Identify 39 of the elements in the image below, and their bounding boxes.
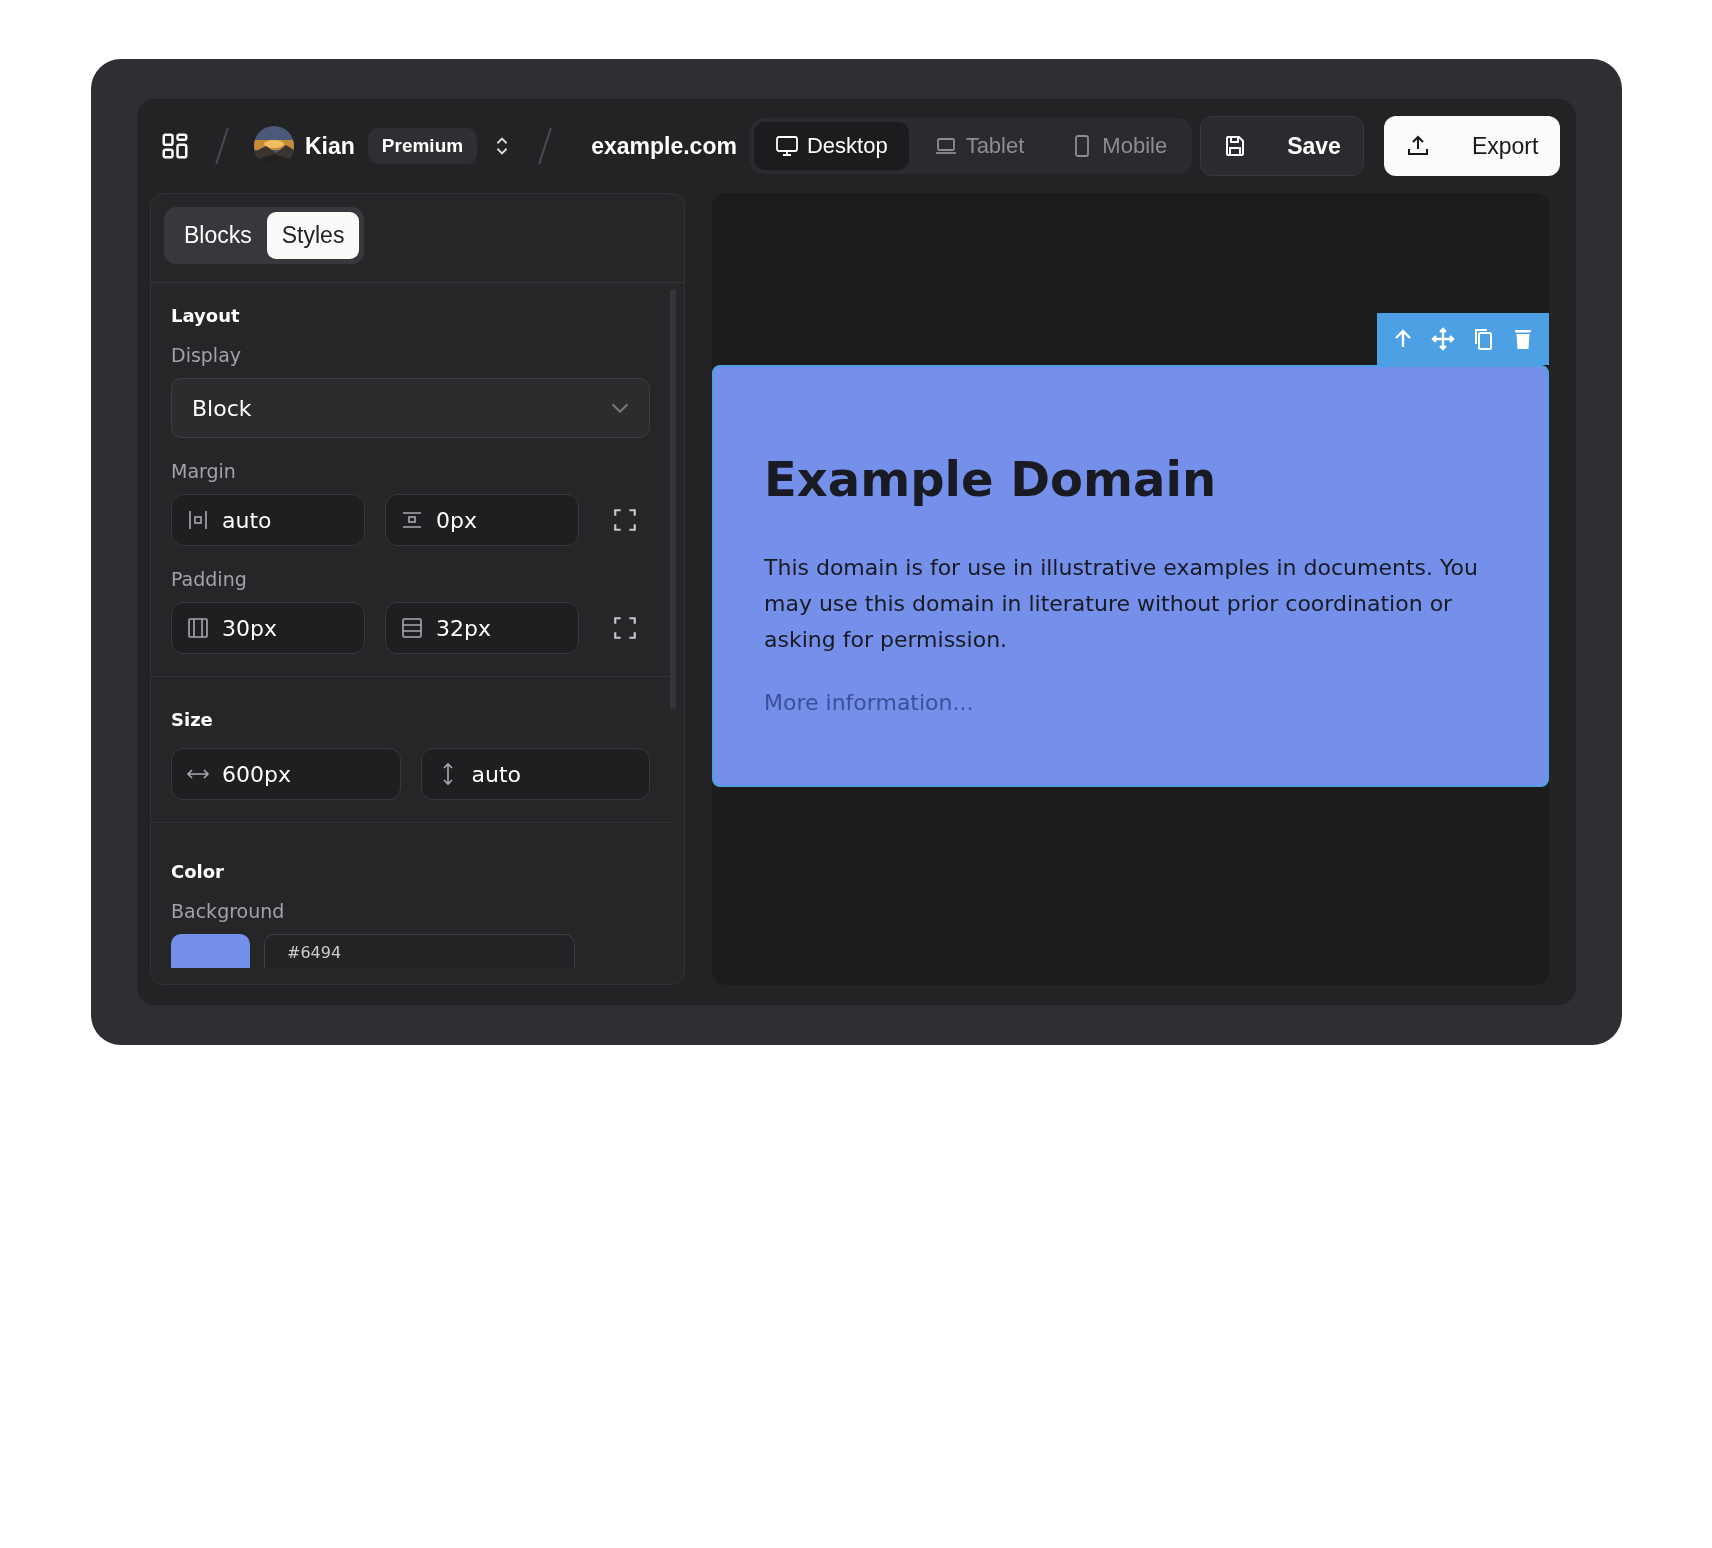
save-button[interactable]: Save xyxy=(1200,116,1364,176)
display-dropdown[interactable]: Block xyxy=(171,378,650,438)
plan-badge: Premium xyxy=(367,128,478,164)
monitor-icon xyxy=(774,134,799,158)
device-tab[interactable]: Mobile xyxy=(1049,122,1189,170)
field-label: Margin xyxy=(171,460,237,482)
panel-tab[interactable]: Blocks xyxy=(169,212,267,259)
expand-icon[interactable] xyxy=(611,615,638,641)
site-domain: example.com xyxy=(591,132,737,160)
padding-vertical-icon xyxy=(400,616,424,640)
field-label: Display xyxy=(171,344,243,366)
expand-icon[interactable] xyxy=(611,507,638,533)
export-button[interactable]: Export xyxy=(1383,116,1561,176)
panel-tab[interactable]: Styles xyxy=(266,212,360,259)
selected-block[interactable]: Example Domain This domain is for use in illustrative examples in documents. You may use this domain in literature without prior coordination or asking for permission. More information... xyxy=(712,365,1549,787)
size-field[interactable]: 600px xyxy=(171,748,401,800)
color-hex-field[interactable]: #6494 xyxy=(264,934,575,968)
device-tab[interactable]: Desktop xyxy=(753,122,909,170)
field-label: Padding xyxy=(171,568,248,590)
move-icon[interactable] xyxy=(1431,327,1455,351)
padding-field[interactable]: 30px xyxy=(171,602,365,654)
grid-menu-icon[interactable] xyxy=(160,131,190,161)
margin-field[interactable]: auto xyxy=(171,494,365,546)
section-title: Layout xyxy=(171,305,241,326)
padding-field[interactable]: 32px xyxy=(385,602,579,654)
block-heading: Example Domain xyxy=(764,453,1218,506)
upload-icon xyxy=(1405,134,1430,158)
user-name: Kian xyxy=(305,132,355,160)
padding-horizontal-icon xyxy=(186,616,210,640)
color-swatch[interactable] xyxy=(171,934,250,968)
size-field[interactable]: auto xyxy=(420,748,650,800)
margin-field[interactable]: 0px xyxy=(385,494,579,546)
chevron-down-icon xyxy=(611,403,629,413)
device-tab[interactable]: Tablet xyxy=(912,122,1046,170)
block-paragraph: This domain is for use in illustrative examples in documents. You may use this domain in literature without prior coordination or asking for permission. xyxy=(764,553,1479,654)
field-label: Background xyxy=(171,900,286,922)
section-title: Size xyxy=(171,709,214,730)
section-title: Color xyxy=(171,861,225,882)
margin-horizontal-icon xyxy=(186,508,210,532)
